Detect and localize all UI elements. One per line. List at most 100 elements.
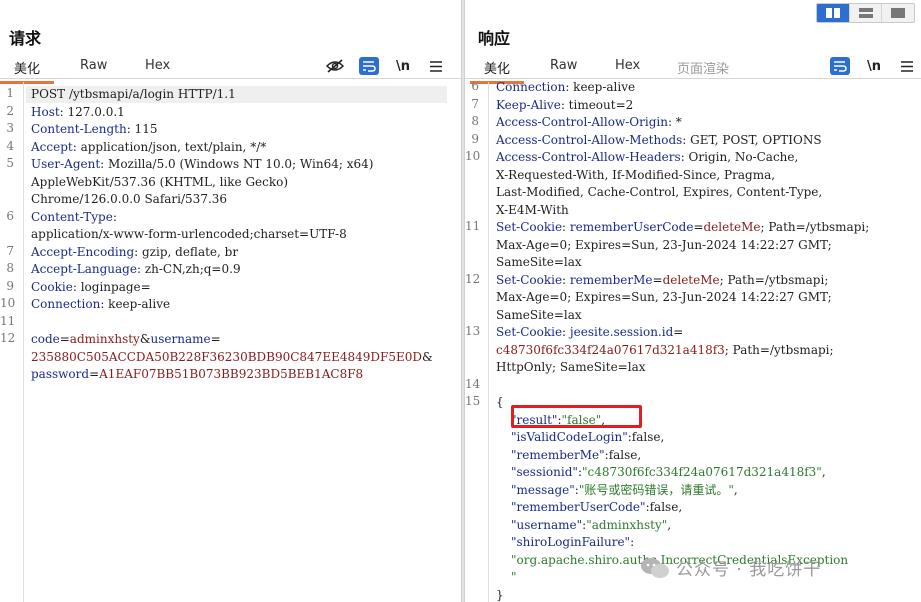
cookie-value: deleteMe (662, 272, 720, 287)
split-view-icon[interactable] (817, 4, 850, 22)
request-tabs: 美化 Raw Hex (0, 55, 461, 84)
tab-pretty[interactable]: 美化 (470, 58, 525, 84)
header-name: Accept-Encoding (31, 244, 135, 259)
tab-pretty[interactable]: 美化 (0, 58, 55, 84)
code-line: 235880C505ACCDA50B228F36230BDB90C847EE48… (31, 349, 433, 367)
code-line: password=A1EAF07BB51B073BB923BD5BEB1AC8F… (31, 366, 363, 384)
tab-raw[interactable]: Raw (550, 58, 577, 73)
code-token: , (733, 482, 738, 497)
result-highlight-box (511, 405, 642, 428)
param-value: 235880C505ACCDA50B228F36230BDB90C847EE48… (31, 349, 422, 364)
json-key: "username" (511, 517, 583, 532)
request-pane: 请求 美化 Raw Hex \n 1 2 3 4 5 6 7 8 9 10 11 12 POST /y… (0, 0, 461, 602)
response-pane: 响应 美化 Raw Hex 页面渲染 \n 6 7 8 9 10 11 12 13 14 15 C… (465, 0, 921, 602)
line-number: 1 (6, 86, 14, 100)
code-line: Connection: keep-alive (496, 82, 635, 97)
code-line: "isValidCodeLogin":false, (511, 429, 664, 447)
request-editor[interactable]: 1 2 3 4 5 6 7 8 9 10 11 12 POST /ytbsmapi/a/login H… (0, 82, 461, 602)
line-number: 7 (6, 243, 14, 258)
json-key: "message" (511, 482, 575, 497)
header-value: : Mozilla/5.0 (Windows NT 10.0; Win64; x… (100, 157, 374, 171)
header-value: POST /ytbsmapi/a/login HTTP/1.1 (31, 87, 236, 101)
line-number: 9 (6, 278, 14, 293)
code-line: Set-Cookie: rememberUserCode=deleteMe; P… (496, 219, 869, 237)
code-line: } (496, 587, 504, 602)
newline-toggle-button[interactable]: \n (864, 57, 884, 75)
code-line: User-Agent: Mozilla/5.0 (Windows NT 10.0… (31, 156, 373, 174)
line-number: 2 (6, 103, 14, 118)
header-value: : application/json, text/plain, */* (72, 139, 267, 154)
cookie-name: rememberUserCode (569, 220, 694, 234)
eye-slash-icon[interactable] (325, 57, 345, 75)
line-number: 8 (6, 261, 14, 275)
single-view-icon[interactable] (882, 4, 914, 22)
header-name: Content-Length (31, 122, 127, 136)
line-number: 7 (471, 96, 479, 111)
code-line: Accept-Encoding: gzip, deflate, br (31, 244, 238, 262)
hamburger-menu-icon[interactable] (426, 57, 446, 75)
json-key: "shiroLoginFailure" (511, 535, 631, 549)
code-token: , (667, 517, 672, 532)
code-token: ; Path=/ytbsmapi; (719, 272, 829, 287)
header-value: : (112, 209, 117, 224)
code-token: & (139, 332, 151, 346)
code-token: Max-Age=0; Expires=Sun, 23-Jun-2024 14:2… (496, 237, 832, 252)
json-key: "sessionid" (511, 465, 578, 479)
line-number: 8 (471, 114, 479, 128)
header-name: Accept (31, 139, 73, 154)
newline-toggle-button[interactable]: \n (393, 57, 413, 75)
code-token: : (630, 535, 635, 549)
code-token: ; Path=/ytbsmapi; (724, 342, 834, 357)
code-line: Content-Type: (31, 209, 117, 227)
code-token: = (673, 325, 684, 339)
cookie-name: jeesite.session.id (569, 325, 674, 339)
code-line: POST /ytbsmapi/a/login HTTP/1.1 (31, 86, 236, 104)
code-line: Connection: keep-alive (31, 296, 170, 314)
json-key: "rememberUserCode" (511, 500, 646, 514)
code-line: HttpOnly; SameSite=lax (496, 359, 645, 377)
code-line: SameSite=lax (496, 307, 582, 325)
line-number: 10 (465, 149, 481, 163)
code-line: Accept-Language: zh-CN,zh;q=0.9 (31, 261, 241, 279)
param-key: username (150, 332, 211, 346)
view-layout-toggle (816, 3, 915, 23)
param-key: password (31, 367, 90, 381)
code-line: Set-Cookie: rememberMe=deleteMe; Path=/y… (496, 272, 828, 290)
code-token: = (652, 272, 663, 287)
hamburger-menu-icon[interactable] (897, 57, 917, 75)
wechat-icon (641, 557, 669, 578)
tab-render[interactable]: 页面渲染 (677, 58, 729, 77)
code-line: Max-Age=0; Expires=Sun, 23-Jun-2024 14:2… (496, 237, 832, 255)
header-name: Access-Control-Allow-Headers (496, 150, 681, 164)
tab-hex[interactable]: Hex (615, 58, 640, 73)
line-number: 11 (0, 313, 16, 328)
header-value: X-Requested-With, If-Modified-Since, Pra… (496, 167, 776, 182)
wrap-lines-icon[interactable] (359, 57, 379, 75)
header-name: Set-Cookie (496, 325, 563, 339)
code-token: & (421, 349, 433, 364)
header-name: Connection (496, 82, 566, 94)
code-line: "shiroLoginFailure": (511, 534, 634, 552)
header-value: : GET, POST, OPTIONS (682, 132, 822, 147)
code-line: X-E4M-With (496, 202, 569, 220)
code-line: Accept: application/json, text/plain, */… (31, 139, 266, 157)
header-value: : * (667, 115, 682, 129)
tab-raw[interactable]: Raw (80, 58, 107, 73)
response-editor[interactable]: 6 7 8 9 10 11 12 13 14 15 Connection: keep-alive K… (465, 82, 921, 602)
header-value: : Origin, No-Cache, (680, 150, 799, 164)
code-token: , (660, 430, 665, 444)
json-value: "账号或密码错误，请重试。" (578, 482, 734, 497)
header-name: Accept-Language (31, 262, 137, 276)
param-key: code (31, 332, 60, 346)
code-token: SameSite=lax (496, 307, 582, 322)
json-value: "adminxhsty" (586, 517, 668, 532)
code-token: = (89, 367, 100, 381)
code-token: ; Path=/ytbsmapi; (760, 220, 870, 234)
header-value: : gzip, deflate, br (134, 244, 239, 259)
tab-hex[interactable]: Hex (145, 58, 170, 73)
code-line: Max-Age=0; Expires=Sun, 23-Jun-2024 14:2… (496, 289, 832, 307)
header-name: Content-Type (31, 209, 113, 224)
wrap-lines-icon[interactable] (830, 57, 850, 75)
horizontal-view-icon[interactable] (850, 4, 883, 22)
response-title: 响应 (478, 29, 511, 48)
